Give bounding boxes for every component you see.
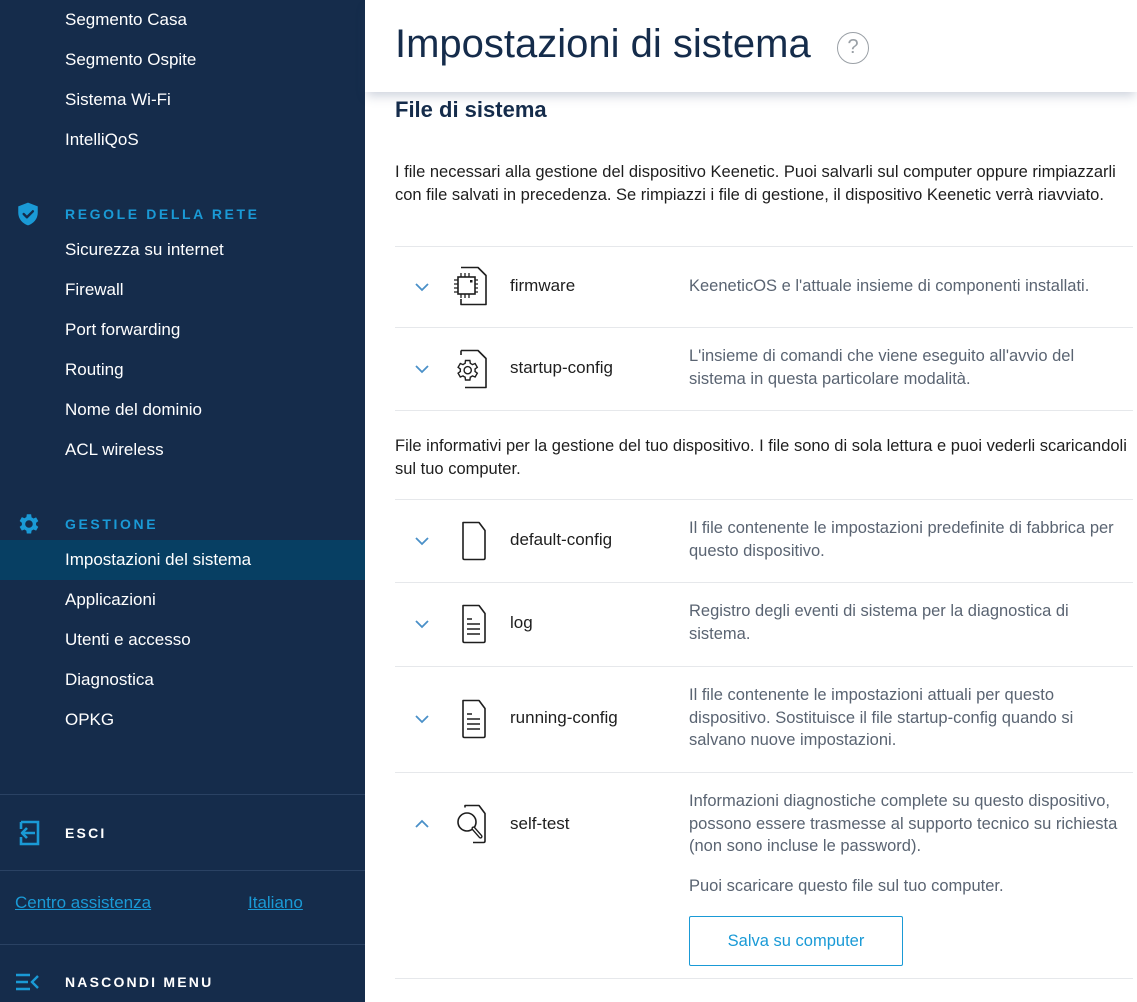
- sidebar-item-routing[interactable]: Routing: [0, 350, 365, 390]
- sidebar-item-label: OPKG: [65, 710, 115, 729]
- file-name[interactable]: startup-config: [510, 358, 613, 378]
- sidebar-item-label: Impostazioni del sistema: [65, 550, 252, 569]
- sidebar-item-label: Sistema Wi-Fi: [65, 90, 171, 109]
- sidebar-item-sicurezza-internet[interactable]: Sicurezza su internet: [0, 230, 365, 270]
- divider: [395, 978, 1133, 979]
- sidebar-item-label: Port forwarding: [65, 320, 181, 339]
- file-name[interactable]: self-test: [510, 814, 570, 834]
- search-file-icon: [457, 804, 486, 844]
- logout-label: ESCI: [65, 825, 107, 841]
- sidebar-item-port-forwarding[interactable]: Port forwarding: [0, 310, 365, 350]
- section-title: File di sistema: [395, 97, 547, 122]
- file-name[interactable]: default-config: [510, 530, 612, 550]
- main-content: Impostazioni di sistema ? File di sistem…: [365, 0, 1137, 1002]
- sidebar-item-label: Segmento Ospite: [65, 50, 197, 69]
- divider: [0, 794, 365, 795]
- intro-info-text: File informativi per la gestione del tuo…: [395, 437, 1127, 478]
- sidebar-item-sistema-wifi[interactable]: Sistema Wi-Fi: [0, 80, 365, 120]
- page-header: Impostazioni di sistema ?: [365, 0, 1137, 92]
- hide-menu-button[interactable]: NASCONDI MENU: [0, 962, 365, 1002]
- file-row-running-config: running-config Il file contenente le imp…: [395, 667, 1133, 772]
- sidebar-item-label: Diagnostica: [65, 670, 154, 689]
- sidebar-item-diagnostica[interactable]: Diagnostica: [0, 660, 365, 700]
- sidebar-section-management: GESTIONE: [0, 509, 365, 539]
- sidebar-item-segmento-casa[interactable]: Segmento Casa: [0, 0, 365, 40]
- save-to-computer-button[interactable]: Salva su computer: [689, 916, 903, 966]
- chevron-down-icon[interactable]: [413, 710, 431, 728]
- collapse-menu-icon: [16, 973, 39, 991]
- gear-file-icon: [457, 349, 487, 389]
- intro-management-text: I file necessari alla gestione del dispo…: [395, 163, 1116, 204]
- chevron-down-icon[interactable]: [413, 615, 431, 633]
- file-description: Informazioni diagnostiche complete su qu…: [689, 792, 1118, 855]
- chevron-down-icon[interactable]: [413, 532, 431, 550]
- divider: [0, 944, 365, 945]
- sidebar-item-acl-wireless[interactable]: ACL wireless: [0, 430, 365, 470]
- file-name[interactable]: firmware: [510, 276, 575, 296]
- language-link[interactable]: Italiano: [248, 893, 303, 913]
- shield-check-icon: [18, 202, 38, 226]
- chevron-down-icon[interactable]: [413, 360, 431, 378]
- chevron-down-icon[interactable]: [413, 278, 431, 296]
- file-extra-note: Puoi scaricare questo file sul tuo compu…: [689, 877, 1004, 895]
- logout-button[interactable]: ESCI: [0, 808, 365, 858]
- blank-file-icon: [462, 521, 486, 561]
- divider: [0, 870, 365, 871]
- file-description: Il file contenente le impostazioni prede…: [689, 519, 1114, 560]
- file-row-default-config: default-config Il file contenente le imp…: [395, 500, 1133, 582]
- sidebar-item-utenti-accesso[interactable]: Utenti e accesso: [0, 620, 365, 660]
- file-row-startup-config: startup-config L'insieme di comandi che …: [395, 328, 1133, 410]
- sidebar-item-applicazioni[interactable]: Applicazioni: [0, 580, 365, 620]
- sidebar-item-nome-dominio[interactable]: Nome del dominio: [0, 390, 365, 430]
- sidebar: Segmento Casa Segmento Ospite Sistema Wi…: [0, 0, 365, 1002]
- sidebar-item-label: Nome del dominio: [65, 400, 203, 419]
- section-title: GESTIONE: [65, 516, 159, 532]
- file-description: L'insieme di comandi che viene eseguito …: [689, 347, 1075, 388]
- hide-menu-label: NASCONDI MENU: [65, 974, 214, 990]
- divider: [395, 410, 1133, 411]
- file-description: Registro degli eventi di sistema per la …: [689, 602, 1069, 643]
- chip-file-icon: [454, 266, 487, 306]
- chevron-up-icon[interactable]: [413, 815, 431, 833]
- file-description: KeeneticOS e l'attuale insieme di compon…: [689, 277, 1090, 295]
- sidebar-item-label: Sicurezza su internet: [65, 240, 224, 259]
- sidebar-section-network-rules: REGOLE DELLA RETE: [0, 199, 365, 229]
- sidebar-item-segmento-ospite[interactable]: Segmento Ospite: [0, 40, 365, 80]
- sidebar-item-label: Utenti e accesso: [65, 630, 191, 649]
- text-file-icon: [462, 699, 486, 739]
- sidebar-item-label: Applicazioni: [65, 590, 156, 609]
- file-name[interactable]: log: [510, 613, 533, 633]
- sidebar-item-label: Routing: [65, 360, 124, 379]
- file-description: Il file contenente le impostazioni attua…: [689, 686, 1074, 749]
- sidebar-item-label: IntelliQoS: [65, 130, 139, 149]
- page-title: Impostazioni di sistema: [395, 22, 811, 66]
- sidebar-item-intelliqos[interactable]: IntelliQoS: [0, 120, 365, 160]
- text-file-icon: [462, 604, 486, 644]
- file-row-log: log Registro degli eventi di sistema per…: [395, 583, 1133, 666]
- sidebar-item-label: Firewall: [65, 280, 124, 299]
- sidebar-item-opkg[interactable]: OPKG: [0, 700, 365, 740]
- sidebar-item-label: ACL wireless: [65, 440, 164, 459]
- file-row-firmware: firmware KeeneticOS e l'attuale insieme …: [395, 247, 1133, 327]
- gear-icon: [19, 514, 39, 534]
- section-title: REGOLE DELLA RETE: [65, 206, 260, 222]
- help-center-link[interactable]: Centro assistenza: [15, 893, 151, 913]
- sidebar-item-label: Segmento Casa: [65, 10, 187, 29]
- logout-icon: [19, 820, 40, 846]
- file-name[interactable]: running-config: [510, 708, 618, 728]
- sidebar-item-firewall[interactable]: Firewall: [0, 270, 365, 310]
- sidebar-item-impostazioni-sistema[interactable]: Impostazioni del sistema: [0, 540, 365, 580]
- help-icon[interactable]: ?: [837, 32, 869, 64]
